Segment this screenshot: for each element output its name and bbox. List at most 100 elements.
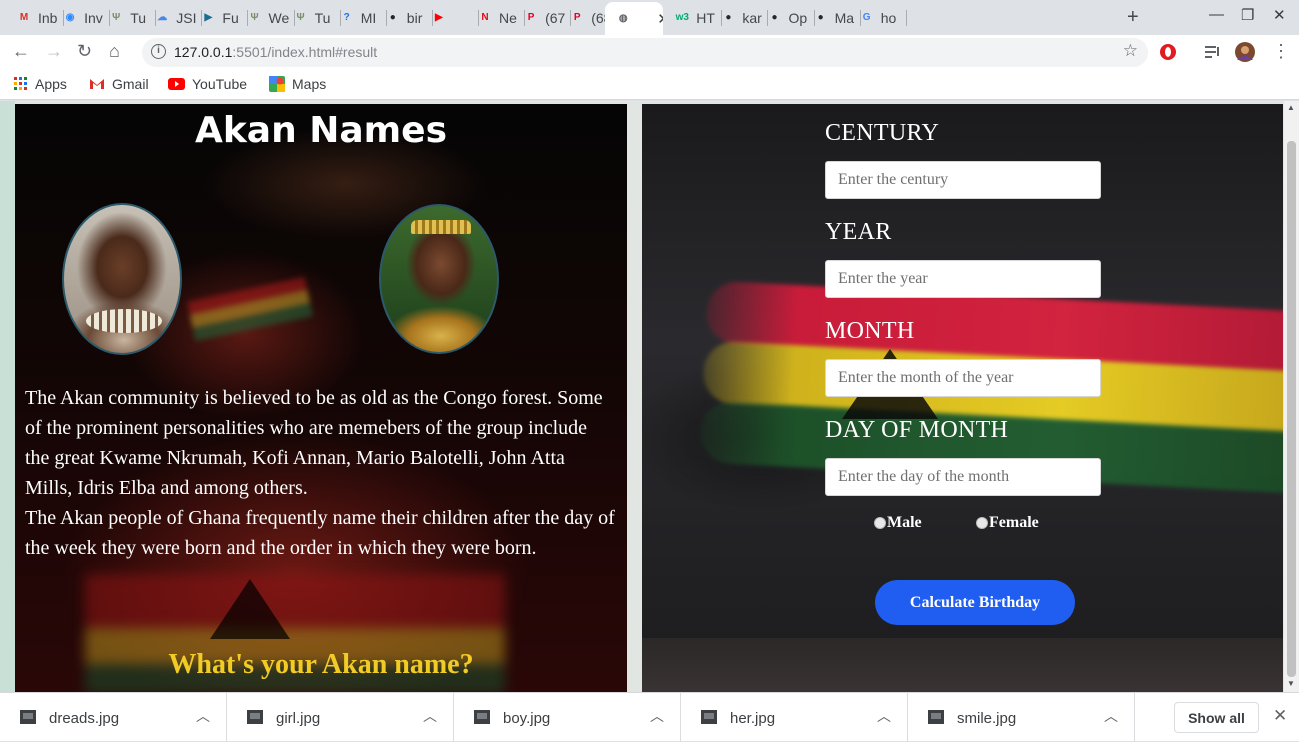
tab-label: ho (880, 9, 897, 26)
profile-avatar[interactable] (1235, 42, 1255, 62)
bookmark-youtube[interactable]: YouTube (168, 76, 247, 92)
beaded-headdress (411, 220, 471, 234)
panel-divider (627, 104, 642, 692)
maps-icon (269, 76, 285, 92)
female-radio[interactable] (976, 517, 988, 529)
zoom-icon: ◉ (65, 12, 75, 23)
tab-separator (905, 10, 907, 26)
scrollbar-thumb[interactable] (1287, 141, 1296, 677)
play-badge-icon: ▶ (204, 12, 213, 23)
scroll-up-arrow-icon[interactable]: ▲ (1287, 103, 1295, 112)
boy-portrait-image (62, 203, 182, 355)
download-item[interactable]: dreads.jpg ︿ (0, 693, 227, 742)
century-input[interactable] (825, 161, 1101, 199)
panel-bottom-shade (642, 638, 1283, 692)
download-shelf: smile.jpg ︿ her.jpg ︿ boy.jpg ︿ girl.jpg ︿ dread… (0, 692, 1299, 742)
palm-tree-icon: Ψ (296, 12, 305, 23)
page-edge (0, 101, 15, 692)
bookmark-maps[interactable]: Maps (269, 76, 326, 92)
restore-window-icon[interactable]: ❐ (1241, 6, 1254, 24)
image-file-icon (928, 710, 944, 724)
gender-female-option[interactable]: Female (976, 514, 1039, 532)
bookmarks-bar: Apps Gmail YouTube Maps (0, 70, 1299, 100)
url-host: 127.0.0.1 (174, 44, 233, 60)
gmail-icon: M (19, 12, 29, 23)
close-window-icon[interactable]: ✕ (1273, 6, 1286, 24)
bookmark-star-icon[interactable]: ☆ (1123, 41, 1138, 61)
close-shelf-icon[interactable]: ✕ (1273, 706, 1287, 726)
youtube-icon (168, 78, 185, 90)
chevron-up-icon[interactable]: ︿ (877, 706, 891, 726)
github-icon: ● (771, 12, 778, 23)
day-of-month-label: DAY OF MONTH (825, 417, 1009, 443)
browser-tab[interactable]: ◍✕ (605, 2, 664, 35)
pinterest-icon: P (527, 12, 535, 23)
image-file-icon (247, 710, 263, 724)
bookmark-label: YouTube (192, 76, 248, 92)
download-filename: her.jpg (730, 710, 776, 727)
about-text: The Akan community is believed to be as … (25, 383, 615, 563)
w3schools-icon: w3 (675, 12, 689, 23)
image-file-icon (474, 710, 490, 724)
download-item[interactable]: boy.jpg ︿ (454, 693, 681, 742)
bookmark-label: Maps (292, 76, 327, 92)
year-label: YEAR (825, 219, 892, 245)
google-icon: G (862, 12, 871, 23)
home-icon[interactable]: ⌂ (109, 41, 120, 62)
chevron-up-icon[interactable]: ︿ (1104, 706, 1118, 726)
chevron-up-icon[interactable]: ︿ (650, 706, 664, 726)
minimize-window-icon[interactable]: — (1209, 6, 1224, 23)
question-bracket-icon: ? (343, 12, 350, 23)
reload-icon[interactable]: ↻ (77, 41, 92, 62)
bookmark-apps[interactable]: Apps (14, 76, 67, 92)
chevron-up-icon[interactable]: ︿ (423, 706, 437, 726)
gender-male-option[interactable]: Male (874, 514, 922, 532)
page-scrollbar[interactable]: ▲ ▼ (1284, 101, 1299, 692)
calculate-birthday-button[interactable]: Calculate Birthday (875, 580, 1075, 625)
opera-extension-icon[interactable] (1159, 43, 1177, 61)
form-panel: CENTURY YEAR MONTH DAY OF MONTH Male Fem… (642, 104, 1283, 692)
download-filename: smile.jpg (957, 710, 1017, 727)
chevron-up-icon[interactable]: ︿ (196, 706, 210, 726)
bookmark-label: Gmail (112, 76, 149, 92)
image-file-icon (701, 710, 717, 724)
page-title: Akan Names (194, 110, 448, 151)
menu-kebab-icon[interactable]: ⋮ (1272, 41, 1290, 62)
new-tab-icon[interactable]: + (1127, 6, 1139, 29)
youtube-icon: ▶ (435, 12, 443, 23)
year-input[interactable] (825, 260, 1101, 298)
browser-tab[interactable]: Gho (849, 4, 907, 31)
bookmark-label: Apps (35, 76, 67, 92)
download-filename: girl.jpg (276, 710, 321, 727)
male-radio[interactable] (874, 517, 886, 529)
download-item[interactable]: smile.jpg ︿ (908, 693, 1135, 742)
century-label: CENTURY (825, 120, 940, 146)
month-input[interactable] (825, 359, 1101, 397)
download-item[interactable]: her.jpg ︿ (681, 693, 908, 742)
back-arrow-icon[interactable]: ← (12, 41, 30, 62)
forward-arrow-icon[interactable]: → (45, 41, 63, 62)
media-queue-icon[interactable] (1204, 43, 1222, 61)
girl-portrait-image (379, 204, 499, 354)
day-of-month-input[interactable] (825, 458, 1101, 496)
cloud-icon: ☁ (157, 12, 168, 23)
globe-icon: ◍ (618, 13, 628, 24)
scroll-down-arrow-icon[interactable]: ▼ (1287, 679, 1295, 688)
download-filename: boy.jpg (503, 710, 551, 727)
netflix-icon: N (481, 12, 489, 23)
site-info-icon[interactable]: i (151, 44, 166, 59)
background-star (210, 579, 290, 639)
gmail-icon (90, 79, 104, 89)
background-face-paint (187, 276, 313, 342)
show-all-downloads-button[interactable]: Show all (1174, 702, 1259, 733)
tab-strip: M Inb ◉ Inv Ψ Tu ☁ JSI ▶ Fu Ψ We Ψ Tu? MI ● bir ▶ N Ne P (67 P… (0, 0, 1299, 35)
bookmark-gmail[interactable]: Gmail (89, 76, 149, 92)
palm-tree-icon: Ψ (112, 12, 121, 23)
address-bar[interactable]: i 127.0.0.1:5501/index.html#result ☆ (142, 38, 1148, 67)
download-item[interactable]: girl.jpg ︿ (227, 693, 454, 742)
github-icon: ● (725, 12, 732, 23)
close-tab-icon[interactable]: ✕ (657, 10, 663, 28)
url-text[interactable]: 127.0.0.1:5501/index.html#result (174, 44, 377, 60)
url-path: :5501/index.html#result (232, 44, 378, 60)
github-icon: ● (817, 12, 824, 23)
